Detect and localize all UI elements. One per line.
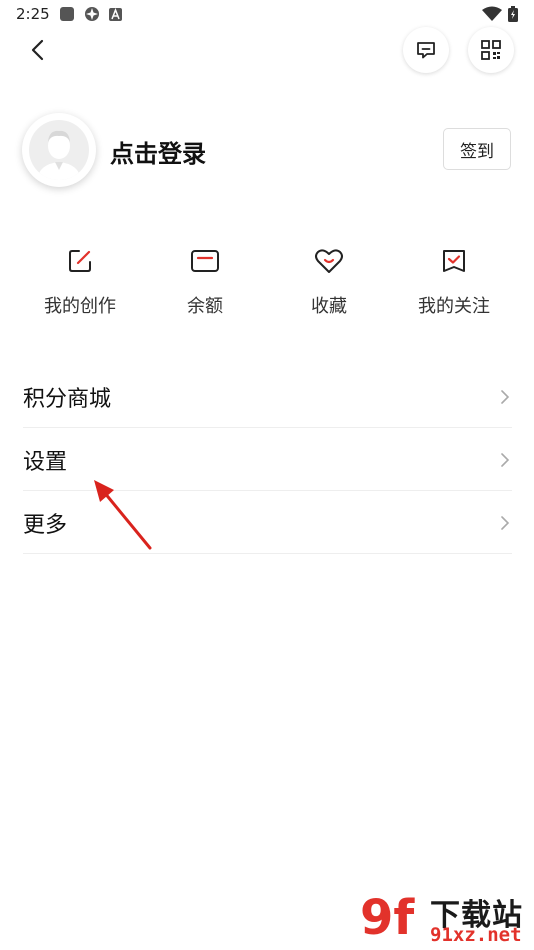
menu-item-label: 设置 (23, 450, 68, 475)
menu-item-label: 更多 (23, 513, 68, 538)
a-notification-icon (109, 8, 122, 21)
quick-action-label: 余额 (187, 296, 223, 317)
avatar[interactable] (22, 113, 96, 187)
quick-action-creations[interactable]: 我的创作 (20, 244, 140, 318)
edit-icon (69, 250, 91, 272)
wifi-icon (482, 6, 502, 21)
message-icon (417, 42, 435, 59)
status-time: 2:25 (16, 5, 50, 23)
menu-item-points-mall[interactable]: 积分商城 (23, 365, 512, 428)
default-avatar-icon (37, 130, 81, 180)
watermark-url: 91xz.net (430, 924, 522, 946)
status-bar: 2:25 (0, 0, 534, 28)
quick-action-label: 我的关注 (418, 296, 490, 317)
follow-icon (443, 250, 465, 272)
chevron-right-icon (501, 390, 510, 404)
wallet-icon (191, 250, 219, 272)
watermark-logo: 9f (360, 890, 415, 946)
quick-action-label: 收藏 (311, 296, 347, 317)
message-button[interactable] (403, 27, 449, 73)
qr-code-icon (481, 40, 501, 60)
quick-action-following[interactable]: 我的关注 (394, 244, 514, 318)
chevron-right-icon (501, 453, 510, 467)
battery-icon (508, 6, 518, 22)
back-button[interactable] (26, 36, 50, 64)
heart-icon (315, 249, 343, 273)
login-prompt[interactable]: 点击登录 (110, 134, 206, 169)
qr-code-button[interactable] (468, 27, 514, 73)
chevron-right-icon (501, 516, 510, 530)
quick-action-balance[interactable]: 余额 (145, 244, 265, 318)
watermark: 9f 下载站 91xz.net (360, 888, 534, 950)
annotation-arrow (94, 480, 152, 550)
quick-action-label: 我的创作 (44, 296, 116, 317)
quick-action-favorites[interactable]: 收藏 (269, 244, 389, 318)
app-notification-icon (60, 7, 74, 21)
browser-notification-icon (85, 7, 99, 21)
menu-item-label: 积分商城 (23, 387, 112, 412)
checkin-button[interactable]: 签到 (443, 128, 511, 170)
